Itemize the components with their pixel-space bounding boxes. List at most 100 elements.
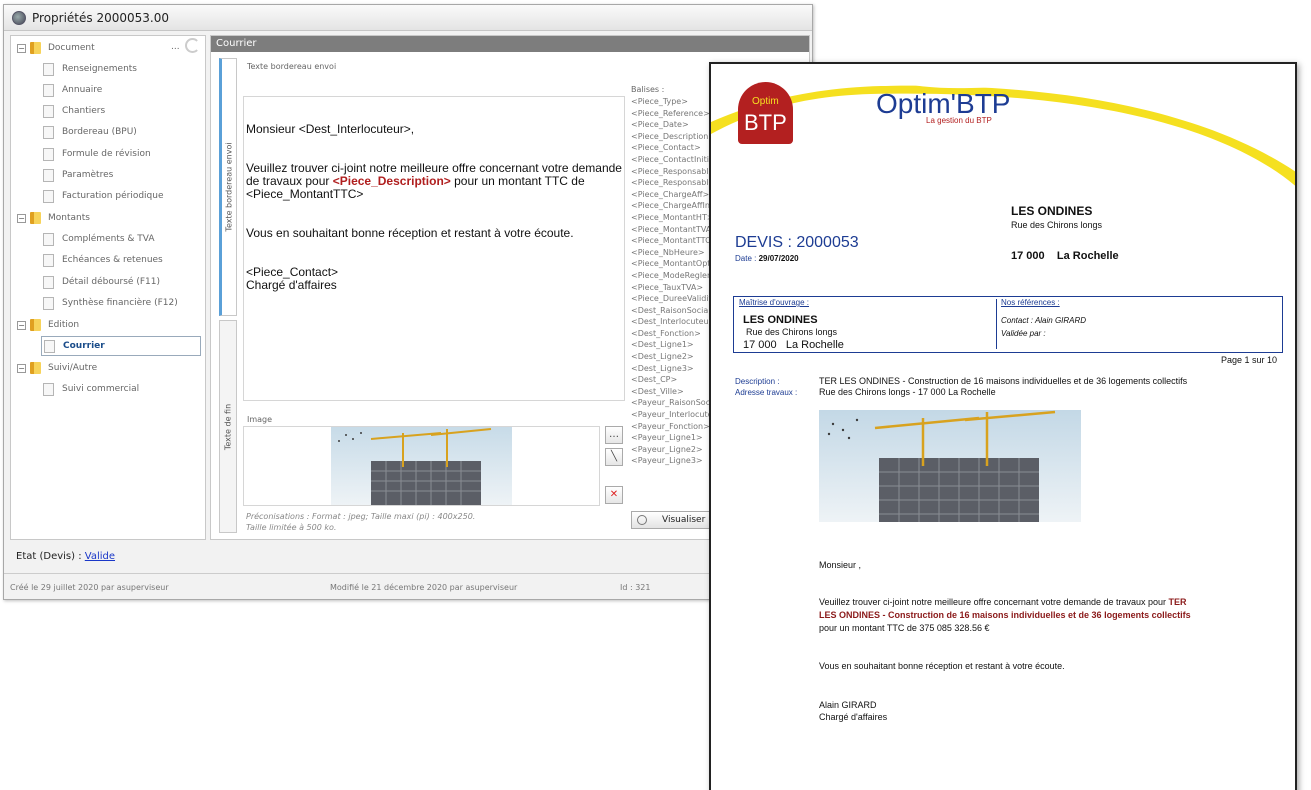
balise-item[interactable]: <Piece_NbHeure>: [631, 247, 713, 259]
address-label: Adresse travaux :: [735, 388, 798, 397]
tree-group-edition[interactable]: − Edition: [17, 315, 79, 335]
doc-body: Veuillez trouver ci-joint notre meilleur…: [819, 596, 1229, 635]
image-preview[interactable]: [243, 426, 600, 506]
tab-label: Texte bordereau envoi: [224, 142, 234, 232]
etat-value-link[interactable]: Valide: [85, 551, 115, 562]
tree-group-label: Edition: [48, 320, 80, 330]
tab-texte-bordereau[interactable]: Texte bordereau envoi: [219, 58, 237, 316]
modified-info: Modifié le 21 décembre 2020 par asupervi…: [330, 583, 518, 592]
sidebar-item-bordereau[interactable]: Bordereau (BPU): [43, 122, 137, 142]
sidebar-tree: ... − Document Renseignements Annuaire C…: [10, 35, 206, 540]
balise-item[interactable]: <Dest_Ligne3>: [631, 363, 713, 375]
balise-item[interactable]: <Payeur_Fonction>: [631, 421, 713, 433]
more-button[interactable]: ...: [171, 42, 180, 52]
balise-item[interactable]: <Dest_Ville>: [631, 386, 713, 398]
devis-title: DEVIS : 2000053: [735, 234, 859, 251]
sidebar-item-label: Compléments & TVA: [62, 234, 155, 244]
mo-client-city: La Rochelle: [785, 339, 844, 351]
balise-item[interactable]: <Payeur_Ligne2>: [631, 444, 713, 456]
balise-item[interactable]: <Payeur_RaisonSociale>: [631, 397, 713, 409]
balise-item[interactable]: <Piece_Description>: [631, 131, 713, 143]
status-bar: Créé le 29 juillet 2020 par asuperviseur…: [4, 573, 812, 599]
id-info: Id : 321: [620, 583, 651, 592]
created-info: Créé le 29 juillet 2020 par asuperviseur: [10, 583, 169, 592]
balise-item[interactable]: <Piece_Reference>: [631, 108, 713, 120]
balise-item[interactable]: <Piece_Date>: [631, 119, 713, 131]
mo-client-city-line: 17 000 La Rochelle: [743, 339, 844, 351]
tree-group-document[interactable]: − Document: [17, 38, 95, 58]
sidebar-item-facturation[interactable]: Facturation périodique: [43, 186, 164, 206]
page-icon: [43, 62, 54, 76]
precon-line: Préconisations : Format : jpeg; Taille m…: [246, 512, 476, 521]
balise-item[interactable]: <Piece_MontantHT>: [631, 212, 713, 224]
sidebar-item-parametres[interactable]: Paramètres: [43, 165, 113, 185]
collapse-icon[interactable]: −: [17, 43, 26, 53]
balise-item[interactable]: <Piece_DureeValidite>: [631, 293, 713, 305]
doc-body-amount: pour un montant TTC de 375 085 328.56 €: [819, 623, 990, 633]
page-icon: [43, 168, 54, 182]
balise-item[interactable]: <Piece_ChargeAff>: [631, 189, 713, 201]
balise-item[interactable]: <Payeur_Interlocuteur>: [631, 409, 713, 421]
tree-group-label: Suivi/Autre: [48, 363, 98, 373]
delete-image-button[interactable]: ✕: [605, 486, 623, 504]
tree-group-label: Document: [48, 43, 95, 53]
sidebar-item-annuaire[interactable]: Annuaire: [43, 80, 102, 100]
balises-list[interactable]: <Piece_Type> <Piece_Reference> <Piece_Date…: [631, 96, 713, 508]
vertical-tabs: Texte bordereau envoi Texte de fin: [219, 58, 237, 533]
sidebar-item-formule[interactable]: Formule de révision: [43, 144, 151, 164]
balise-item[interactable]: <Piece_ContactInitiales>: [631, 154, 713, 166]
balise-item[interactable]: <Dest_Ligne1>: [631, 339, 713, 351]
letter-text-editor[interactable]: Monsieur <Dest_Interlocuteur>, Veuillez …: [243, 96, 625, 401]
balise-item[interactable]: <Piece_MontantOption>: [631, 258, 713, 270]
balise-item[interactable]: <Dest_Interlocuteur>: [631, 316, 713, 328]
tree-group-montants[interactable]: − Montants: [17, 208, 90, 228]
tree-group-suivi[interactable]: − Suivi/Autre: [17, 358, 97, 378]
sidebar-item-suivi-commercial[interactable]: Suivi commercial: [43, 379, 139, 399]
sidebar-item-echeances[interactable]: Echéances & retenues: [43, 250, 163, 270]
collapse-icon[interactable]: −: [17, 363, 26, 373]
balise-item[interactable]: <Piece_ModeReglement>: [631, 270, 713, 282]
mo-client-cp: 17 000: [743, 339, 777, 351]
sidebar-item-chantiers[interactable]: Chantiers: [43, 101, 105, 121]
brand-logo: Optim BTP: [738, 82, 793, 144]
image-recommendations: Préconisations : Format : jpeg; Taille m…: [246, 511, 475, 533]
doc-body-bold: LES ONDINES - Construction de 16 maisons…: [819, 610, 1191, 620]
sidebar-item-courrier[interactable]: Courrier: [41, 336, 201, 356]
balise-item[interactable]: <Piece_Contact>: [631, 142, 713, 154]
balise-item[interactable]: <Piece_ChargeAffInitiales>: [631, 200, 713, 212]
balise-item[interactable]: <Dest_CP>: [631, 374, 713, 386]
page-icon: [43, 147, 54, 161]
balise-item[interactable]: <Piece_MontantTVA>: [631, 224, 713, 236]
doc-body-text: Veuillez trouver ci-joint notre meilleur…: [819, 597, 1169, 607]
sidebar-item-renseignements[interactable]: Renseignements: [43, 59, 137, 79]
sidebar-item-detail[interactable]: Détail déboursé (F11): [43, 272, 160, 292]
balise-item[interactable]: <Piece_TauxTVA>: [631, 282, 713, 294]
balise-item[interactable]: <Dest_Ligne2>: [631, 351, 713, 363]
sidebar-item-synthese[interactable]: Synthèse financière (F12): [43, 293, 178, 313]
browse-image-button[interactable]: …: [605, 426, 623, 444]
balise-item[interactable]: <Piece_MontantTTC>: [631, 235, 713, 247]
page-icon: [43, 189, 54, 203]
collapse-icon[interactable]: −: [17, 213, 26, 223]
sidebar-item-label: Paramètres: [62, 170, 114, 180]
edit-image-button[interactable]: ╲: [605, 448, 623, 466]
body-text: pour un montant TTC de: [450, 174, 585, 188]
description-label: Description :: [735, 377, 780, 386]
tab-label: Texte de fin: [223, 403, 233, 450]
balises-label: Balises :: [631, 85, 665, 94]
image-label: Image: [247, 415, 273, 424]
balise-item[interactable]: <Dest_Fonction>: [631, 328, 713, 340]
balise-item[interactable]: <Piece_Type>: [631, 96, 713, 108]
logo-big-text: BTP: [744, 110, 787, 135]
client-city: La Rochelle: [1056, 250, 1119, 262]
balise-item[interactable]: <Piece_Responsable>: [631, 166, 713, 178]
balise-item[interactable]: <Payeur_Ligne3>: [631, 455, 713, 467]
balise-item[interactable]: <Payeur_Ligne1>: [631, 432, 713, 444]
collapse-icon[interactable]: −: [17, 320, 26, 330]
balise-item[interactable]: <Dest_RaisonSociale>: [631, 305, 713, 317]
tab-texte-de-fin[interactable]: Texte de fin: [219, 320, 237, 533]
sidebar-item-complements[interactable]: Compléments & TVA: [43, 229, 155, 249]
refresh-icon[interactable]: [185, 38, 200, 53]
date-label: Date :: [735, 254, 757, 263]
balise-item[interactable]: <Piece_ResponsableInitiales>: [631, 177, 713, 189]
